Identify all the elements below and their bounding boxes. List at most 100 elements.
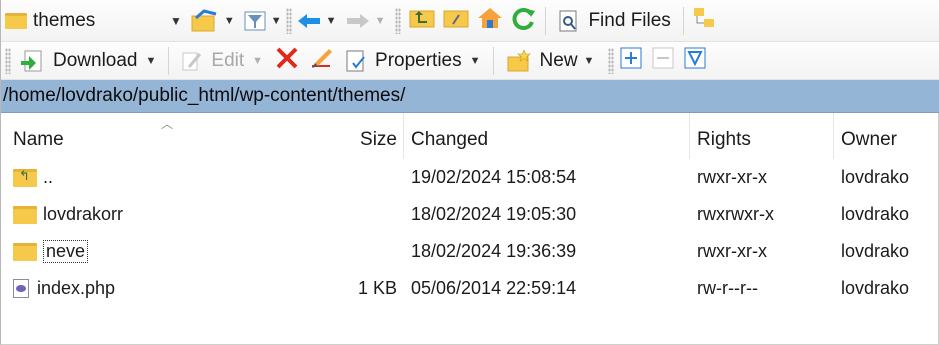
root-directory-button[interactable] — [443, 7, 469, 34]
find-files-label: Find Files — [588, 9, 671, 31]
edit-label: Edit — [211, 49, 245, 71]
toolbar-grip — [285, 7, 292, 34]
toolbar-grip — [5, 47, 11, 74]
find-files-button[interactable]: Find Files — [554, 6, 674, 36]
address-bar[interactable]: /home/lovdrako/public_html/wp-content/th… — [1, 80, 939, 113]
open-folder-icon — [191, 8, 217, 31]
column-header-size[interactable]: Size — [331, 129, 403, 151]
file-changed: 18/02/2024 19:05:30 — [411, 204, 577, 224]
new-label: New — [539, 49, 578, 71]
delete-icon — [276, 47, 298, 69]
file-list: ︿ Name Size Changed Rights Owner .. 19/0… — [1, 113, 939, 307]
find-files-icon — [559, 10, 577, 31]
select-files-button[interactable] — [620, 47, 642, 74]
tree-toggle-button[interactable] — [692, 6, 716, 35]
file-owner: lovdrako — [841, 167, 910, 187]
table-row[interactable]: lovdrakorr 18/02/2024 19:05:30 rwxrwxr-x… — [1, 196, 939, 233]
file-owner: lovdrako — [841, 241, 910, 261]
file-name: index.php — [37, 278, 116, 298]
file-owner: lovdrako — [841, 278, 910, 298]
filter-button[interactable]: ▼ — [243, 10, 282, 32]
current-path: /home/lovdrako/public_html/wp-content/th… — [3, 85, 406, 106]
file-owner: lovdrako — [841, 204, 910, 224]
column-divider[interactable] — [689, 113, 690, 159]
folder-icon — [5, 12, 27, 29]
toolbar-navigation: themes ▼ ▼ ▼ ▼ ▼ Find Files — [1, 0, 939, 42]
open-directory-button[interactable]: ▼ — [190, 8, 235, 34]
file-changed: 19/02/2024 15:08:54 — [411, 167, 577, 187]
back-button[interactable]: ▼ — [296, 11, 337, 31]
home-icon — [478, 8, 503, 28]
unselect-files-button[interactable] — [652, 47, 674, 74]
sort-ascending-icon: ︿ — [161, 117, 174, 131]
file-name: .. — [43, 167, 54, 187]
chevron-down-icon: ▼ — [145, 54, 157, 67]
download-label: Download — [53, 49, 138, 71]
properties-label: Properties — [375, 49, 462, 71]
minus-icon — [652, 47, 674, 69]
parent-folder-icon — [409, 10, 435, 28]
tree-icon — [693, 8, 714, 27]
file-rights: rwxr-xr-x — [697, 241, 767, 261]
chevron-down-icon: ▼ — [469, 54, 481, 67]
parent-directory-button[interactable] — [409, 7, 435, 34]
folder-icon — [13, 205, 37, 224]
rename-button[interactable] — [309, 46, 335, 75]
download-icon — [21, 50, 42, 71]
properties-icon — [346, 50, 365, 71]
file-name: neve — [43, 240, 89, 263]
root-folder-icon — [443, 10, 469, 28]
table-row[interactable]: neve 18/02/2024 19:36:39 rwxr-xr-x lovdr… — [1, 233, 939, 270]
edit-button[interactable]: Edit ▼ — [177, 46, 267, 76]
file-changed: 05/06/2014 22:59:14 — [411, 278, 577, 298]
forward-arrow-icon — [346, 13, 369, 28]
toolbar-separator — [682, 6, 684, 35]
column-divider[interactable] — [403, 113, 404, 159]
location-dropdown-arrow[interactable]: ▼ — [170, 14, 182, 28]
refresh-icon — [513, 8, 536, 30]
filter-icon — [244, 11, 266, 30]
table-row[interactable]: index.php 1 KB 05/06/2014 22:59:14 rw-r-… — [1, 270, 939, 307]
filter-icon — [684, 47, 706, 69]
plus-icon — [620, 47, 642, 69]
filter-files-button[interactable] — [684, 47, 706, 74]
file-name: lovdrakorr — [43, 204, 124, 224]
home-button[interactable] — [477, 6, 503, 35]
column-header-rights[interactable]: Rights — [689, 129, 833, 151]
file-rights: rw-r--r-- — [697, 278, 758, 298]
chevron-down-icon: ▼ — [252, 54, 264, 67]
column-header-changed[interactable]: Changed — [403, 129, 689, 151]
chevron-down-icon: ▼ — [583, 54, 595, 67]
refresh-button[interactable] — [511, 6, 537, 35]
forward-button[interactable]: ▼ — [345, 11, 386, 31]
toolbar-grip — [395, 7, 402, 34]
parent-folder-icon — [13, 168, 37, 187]
toolbar-file-actions: Download ▼ Edit ▼ Properties ▼ New ▼ — [1, 42, 939, 80]
rename-icon — [312, 49, 333, 68]
toolbar-grip — [608, 47, 615, 74]
chevron-down-icon: ▼ — [270, 14, 282, 27]
column-header-name[interactable]: Name — [1, 129, 331, 151]
properties-button[interactable]: Properties ▼ — [341, 46, 485, 76]
chevron-down-icon: ▼ — [374, 14, 386, 27]
download-button[interactable]: Download ▼ — [15, 46, 160, 76]
new-button[interactable]: New ▼ — [502, 46, 599, 76]
toolbar-separator — [168, 46, 170, 75]
file-list-header: ︿ Name Size Changed Rights Owner — [1, 113, 939, 159]
file-panel: themes ▼ ▼ ▼ ▼ ▼ Find Files Download ▼ E… — [0, 0, 939, 345]
file-changed: 18/02/2024 19:36:39 — [411, 241, 577, 261]
toolbar-separator — [492, 46, 494, 75]
file-rights: rwxrwxr-x — [697, 204, 774, 224]
toolbar-separator — [545, 6, 547, 35]
chevron-down-icon: ▼ — [325, 14, 337, 27]
delete-button[interactable] — [275, 46, 299, 75]
edit-icon — [182, 52, 202, 70]
column-header-owner[interactable]: Owner — [833, 129, 933, 151]
table-row[interactable]: .. 19/02/2024 15:08:54 rwxr-xr-x lovdrak… — [1, 159, 939, 196]
column-divider[interactable] — [833, 113, 834, 159]
folder-icon — [13, 242, 37, 261]
file-rights: rwxr-xr-x — [697, 167, 767, 187]
location-combo[interactable]: themes — [1, 6, 166, 36]
new-folder-icon — [507, 48, 531, 71]
back-arrow-icon — [297, 13, 320, 28]
